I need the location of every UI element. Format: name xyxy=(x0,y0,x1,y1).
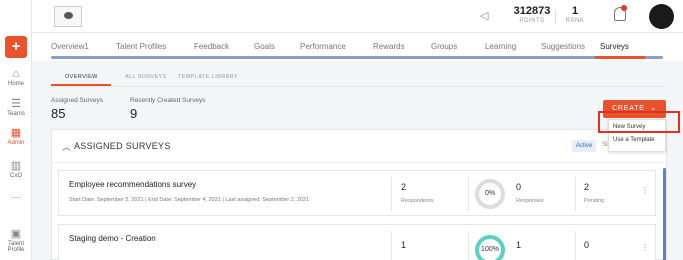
team-icon: ☰ xyxy=(11,98,21,110)
add-button[interactable]: + xyxy=(5,36,27,58)
assigned-surveys-card: ︿ ASSIGNED SURVEYS Active Status Employe… xyxy=(51,129,667,260)
megaphone-icon[interactable]: ◁ xyxy=(480,9,488,22)
responses-label: Responses xyxy=(516,198,544,204)
sidebar-item-more[interactable]: ... xyxy=(0,190,32,200)
survey-name[interactable]: Employee recommendations survey xyxy=(69,180,196,189)
response-rate-ring: 100% xyxy=(475,235,505,260)
home-icon: ⌂ xyxy=(12,68,20,80)
sidebar-item-label: Home xyxy=(7,81,24,87)
tab-rewards[interactable]: Rewards xyxy=(373,42,405,51)
respondents-count: 2 xyxy=(401,182,407,192)
more-options-icon[interactable]: ⋮ xyxy=(641,186,649,195)
survey-subtabs: OVERVIEW ALL SURVEYS TEMPLATE LIBRARY xyxy=(51,69,667,87)
profile-icon: ▣ xyxy=(10,228,22,240)
survey-row[interactable]: Staging demo - Creation 1 100% 1 0 ⋮ xyxy=(58,224,656,260)
rank-value: 1 xyxy=(571,5,579,17)
rank-label: RANK xyxy=(565,18,585,24)
sidebar-item-label: CxO xyxy=(10,173,22,179)
left-sidebar: + ⌂ Home ☰ Teams ▦ Admin ▥ CxO ... ▣ Tal… xyxy=(0,0,32,260)
status-filter-active[interactable]: Active xyxy=(572,140,596,152)
sidebar-item-label: Teams xyxy=(7,111,25,117)
respondents-label: Respondents xyxy=(401,198,434,204)
nav-scroll-track[interactable] xyxy=(51,56,663,59)
tab-surveys[interactable]: Surveys xyxy=(600,42,629,51)
chart-icon: ▥ xyxy=(10,160,22,172)
main-nav: Overview1 Talent Profiles Feedback Goals… xyxy=(32,33,683,61)
rank-stat: 1 RANK xyxy=(560,5,590,24)
recent-surveys-label: Recently Created Surveys xyxy=(130,97,206,104)
sidebar-item-talent-profile[interactable]: ▣ Talent Profile xyxy=(0,228,32,253)
assigned-surveys-label: Assigned Surveys xyxy=(51,97,104,104)
row-divider xyxy=(391,231,392,260)
stat-divider xyxy=(555,10,556,24)
responses-count: 1 xyxy=(516,240,522,250)
tab-feedback[interactable]: Feedback xyxy=(194,42,229,51)
tab-suggestions[interactable]: Suggestions xyxy=(541,42,585,51)
card-title: ASSIGNED SURVEYS xyxy=(74,141,171,151)
tab-performance[interactable]: Performance xyxy=(300,42,346,51)
pending-count: 0 xyxy=(584,240,590,250)
app-root: + ⌂ Home ☰ Teams ▦ Admin ▥ CxO ... ▣ Tal… xyxy=(0,0,683,260)
card-header[interactable]: ︿ ASSIGNED SURVEYS Active Status xyxy=(52,130,666,163)
survey-dates: Start Date: September 2, 2021 | End Date… xyxy=(69,197,310,203)
row-divider xyxy=(391,177,392,211)
row-divider xyxy=(575,231,576,260)
row-divider xyxy=(468,231,469,260)
points-label: POINTS xyxy=(519,18,545,24)
sidebar-item-cxo[interactable]: ▥ CxO xyxy=(0,160,32,179)
assigned-surveys-count: 85 xyxy=(51,106,66,121)
tab-groups[interactable]: Groups xyxy=(431,42,457,51)
row-divider xyxy=(468,177,469,211)
pending-count: 2 xyxy=(584,182,590,192)
sidebar-item-label: Admin xyxy=(7,140,25,146)
nav-active-indicator xyxy=(595,56,645,59)
more-options-icon[interactable]: ⋮ xyxy=(641,243,649,252)
admin-icon: ▦ xyxy=(10,127,22,139)
points-stat: 312873 POINTS xyxy=(510,5,554,24)
chevron-up-icon[interactable]: ︿ xyxy=(62,140,71,153)
sidebar-item-teams[interactable]: ☰ Teams xyxy=(0,98,32,117)
respondents-count: 1 xyxy=(401,240,407,250)
highlight-box xyxy=(598,111,680,133)
menu-item-use-template[interactable]: Use a Template xyxy=(613,137,655,143)
responses-count: 0 xyxy=(516,182,522,192)
recent-surveys-count: 9 xyxy=(130,106,138,121)
card-scrollbar[interactable] xyxy=(663,168,666,260)
row-divider xyxy=(575,177,576,211)
sidebar-item-home[interactable]: ⌂ Home xyxy=(0,68,32,87)
points-value: 312873 xyxy=(513,5,551,17)
subtab-active-indicator xyxy=(51,84,111,86)
subtab-overview[interactable]: OVERVIEW xyxy=(65,74,98,80)
avatar[interactable] xyxy=(649,4,674,29)
sidebar-item-label: Talent Profile xyxy=(7,241,25,253)
tab-learning[interactable]: Learning xyxy=(485,42,516,51)
company-logo[interactable] xyxy=(54,6,82,27)
notification-badge xyxy=(621,5,627,11)
response-rate-ring: 0% xyxy=(475,179,505,209)
pending-label: Pending xyxy=(584,198,605,204)
subtab-all-surveys[interactable]: ALL SURVEYS xyxy=(125,74,167,80)
survey-name[interactable]: Staging demo - Creation xyxy=(69,234,156,243)
more-icon: ... xyxy=(12,190,20,200)
top-bar: ◁ 312873 POINTS 1 RANK xyxy=(32,0,683,33)
logo-icon xyxy=(64,12,73,19)
tab-talent-profiles[interactable]: Talent Profiles xyxy=(116,42,166,51)
tab-overview1[interactable]: Overview1 xyxy=(51,42,89,51)
sidebar-item-admin[interactable]: ▦ Admin xyxy=(0,127,32,146)
tab-goals[interactable]: Goals xyxy=(254,42,275,51)
subtab-template-library[interactable]: TEMPLATE LIBRARY xyxy=(178,74,238,80)
survey-row[interactable]: Employee recommendations survey Start Da… xyxy=(58,170,656,216)
